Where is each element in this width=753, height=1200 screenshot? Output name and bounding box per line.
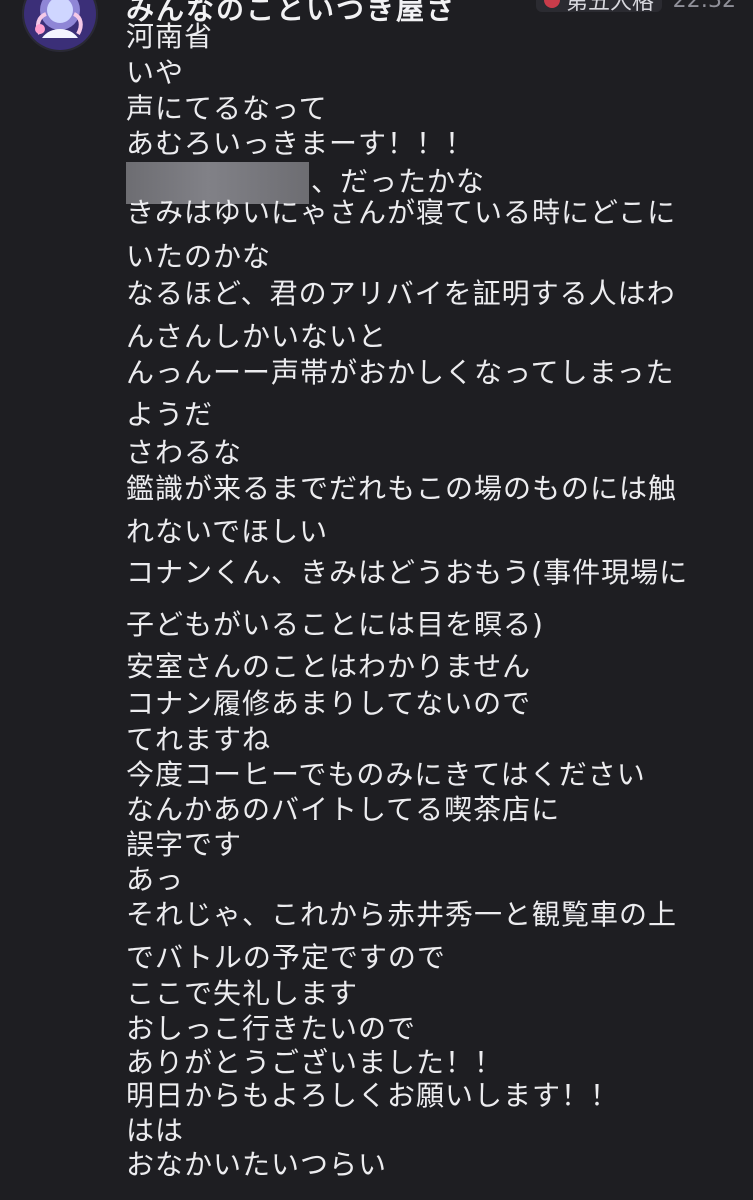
avatar-image xyxy=(24,0,96,50)
message-line: あっ xyxy=(126,863,185,896)
message-line: てれますね xyxy=(126,723,272,756)
timestamp: 22:32 xyxy=(672,0,736,13)
message-line: なんかあのバイトしてる喫茶店に xyxy=(126,793,561,826)
message-line: 河南省 xyxy=(126,20,214,53)
message-line: ようだ xyxy=(126,398,214,431)
message-line: れないでほしい xyxy=(126,515,329,548)
message-line: なるほど、君のアリバイを証明する人はわ xyxy=(126,277,676,310)
role-badge[interactable]: 第五人格 xyxy=(536,0,663,15)
message-line: おしっこ行きたいので xyxy=(126,1012,417,1045)
message-line: 明日からもよろしくお願いします！！ xyxy=(126,1079,620,1112)
message-header: みんなのこといつき屋さ 第五人格 22:32 xyxy=(126,0,736,26)
role-badge-label: 第五人格 xyxy=(566,0,655,15)
message-line: はは xyxy=(126,1114,185,1147)
message-line: 、だったかな xyxy=(126,162,486,204)
message-line: いや xyxy=(126,56,185,89)
message-line: 今度コーヒーでものみにきてはください xyxy=(126,758,646,791)
avatar[interactable] xyxy=(22,0,98,52)
message-line: 鑑識が来るまでだれもこの場のものには触 xyxy=(126,472,678,505)
message-line: コナンくん、きみはどうおもう(事件現場に xyxy=(126,556,689,589)
message-line: 子どもがいることには目を瞑る) xyxy=(126,608,544,641)
chat-message: みんなのこといつき屋さ 第五人格 22:32 河南省 いや 声にてるなって あむ… xyxy=(0,0,753,1200)
message-line: 声にてるなって xyxy=(126,92,328,125)
message-line: ここで失礼します xyxy=(126,977,359,1010)
message-line: あむろいっきまーす！！！ xyxy=(126,127,475,160)
message-line: いたのかな xyxy=(126,240,272,273)
message-line: でバトルの予定ですので xyxy=(126,941,446,974)
role-icon xyxy=(544,0,560,8)
message-line: きみはゆいにゃさんが寝ている時にどこに xyxy=(126,196,677,229)
message-line-text: 、だったかな xyxy=(311,165,486,198)
message-line: 安室さんのことはわかりません xyxy=(126,650,532,683)
message-line: さわるな xyxy=(126,436,243,469)
message-line: 誤字です xyxy=(126,828,243,861)
message-line: んさんしかいないと xyxy=(126,320,388,353)
message-line: おなかいたいつらい xyxy=(126,1148,388,1181)
message-line: んっんーー声帯がおかしくなってしまった xyxy=(126,356,675,389)
message-line: それじゃ、これから赤井秀一と観覧車の上 xyxy=(126,898,678,931)
message-line: コナン履修あまりしてないので xyxy=(126,687,532,720)
message-line: ありがとうございました！！ xyxy=(126,1046,504,1079)
